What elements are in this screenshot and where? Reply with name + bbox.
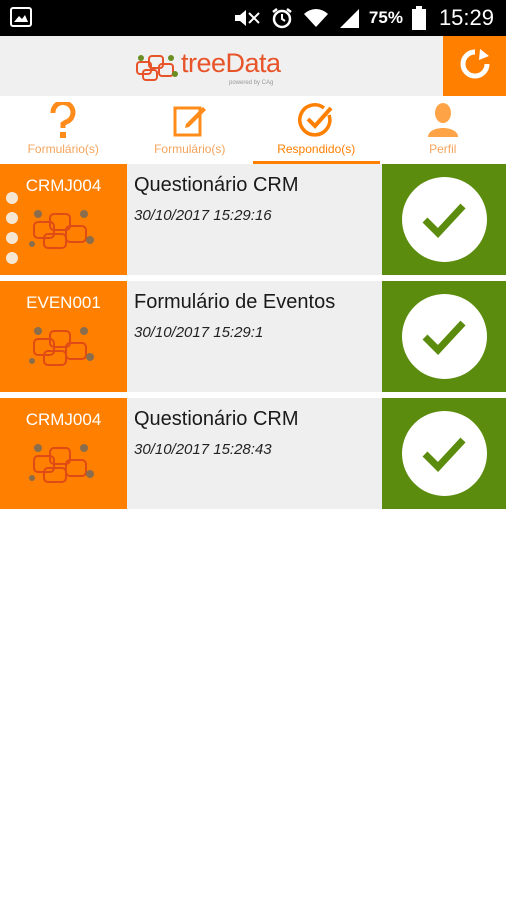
logo-text: treeData bbox=[181, 48, 281, 78]
tab-formularios[interactable]: Formulário(s) bbox=[0, 96, 127, 164]
form-code: CRMJ004 bbox=[25, 410, 102, 429]
list-item[interactable]: CRMJ004 Questionário CRM 30/10/2017 15:2… bbox=[0, 164, 506, 275]
overflow-dots-icon[interactable] bbox=[6, 192, 20, 264]
logo-subtext: powered by CAg bbox=[229, 80, 274, 86]
app-header: treeData powered by CAg bbox=[0, 36, 506, 96]
treedata-form-icon bbox=[28, 321, 96, 375]
treedata-form-icon bbox=[28, 204, 96, 258]
check-icon bbox=[401, 411, 487, 496]
clock: 15:29 bbox=[438, 5, 494, 30]
status-completed bbox=[382, 398, 506, 509]
gallery-icon bbox=[10, 7, 32, 27]
tab-bar: Formulário(s) Formulário(s) Respondido(s… bbox=[0, 96, 506, 164]
status-bar: 75% 15:29 bbox=[0, 0, 506, 36]
treedata-form-icon bbox=[28, 438, 96, 492]
question-mark-icon bbox=[48, 102, 78, 138]
form-title: Questionário CRM bbox=[134, 408, 299, 430]
check-icon bbox=[401, 177, 487, 262]
refresh-button[interactable] bbox=[443, 36, 506, 96]
response-date: 30/10/2017 15:29:1 bbox=[134, 324, 264, 341]
user-icon bbox=[427, 102, 458, 138]
mute-icon bbox=[233, 8, 261, 28]
response-date: 30/10/2017 15:29:16 bbox=[134, 207, 272, 224]
status-completed bbox=[382, 281, 506, 392]
tab-label: Formulário(s) bbox=[154, 142, 226, 156]
list-item[interactable]: CRMJ004 Questionário CRM 30/10/2017 15:2… bbox=[0, 398, 506, 509]
tab-perfil[interactable]: Perfil bbox=[380, 96, 506, 164]
form-title: Questionário CRM bbox=[134, 174, 299, 196]
form-code: EVEN001 bbox=[26, 293, 101, 312]
list-item[interactable]: EVEN001 Formulário de Eventos 30/10/2017… bbox=[0, 281, 506, 392]
form-title: Formulário de Eventos bbox=[134, 291, 336, 313]
battery-percent: 75% bbox=[368, 8, 403, 27]
check-icon bbox=[401, 294, 487, 379]
check-circle-icon bbox=[297, 102, 335, 138]
form-code-box: CRMJ004 bbox=[0, 164, 127, 275]
tab-respondidos[interactable]: Respondido(s) bbox=[253, 96, 380, 164]
alarm-icon bbox=[270, 6, 294, 30]
signal-icon bbox=[338, 7, 360, 29]
edit-form-icon bbox=[172, 102, 208, 138]
wifi-icon bbox=[303, 7, 329, 29]
tab-label: Perfil bbox=[429, 142, 457, 156]
tab-label: Respondido(s) bbox=[277, 142, 356, 156]
responses-list: CRMJ004 Questionário CRM 30/10/2017 15:2… bbox=[0, 164, 506, 515]
tab-formularios-edit[interactable]: Formulário(s) bbox=[127, 96, 254, 164]
app-logo: treeData powered by CAg bbox=[133, 46, 293, 90]
tab-label: Formulário(s) bbox=[27, 142, 99, 156]
form-code-box: EVEN001 bbox=[0, 281, 127, 392]
response-date: 30/10/2017 15:28:43 bbox=[134, 441, 272, 458]
form-code-box: CRMJ004 bbox=[0, 398, 127, 509]
battery-icon bbox=[411, 6, 426, 30]
status-completed bbox=[382, 164, 506, 275]
refresh-icon bbox=[458, 47, 492, 86]
